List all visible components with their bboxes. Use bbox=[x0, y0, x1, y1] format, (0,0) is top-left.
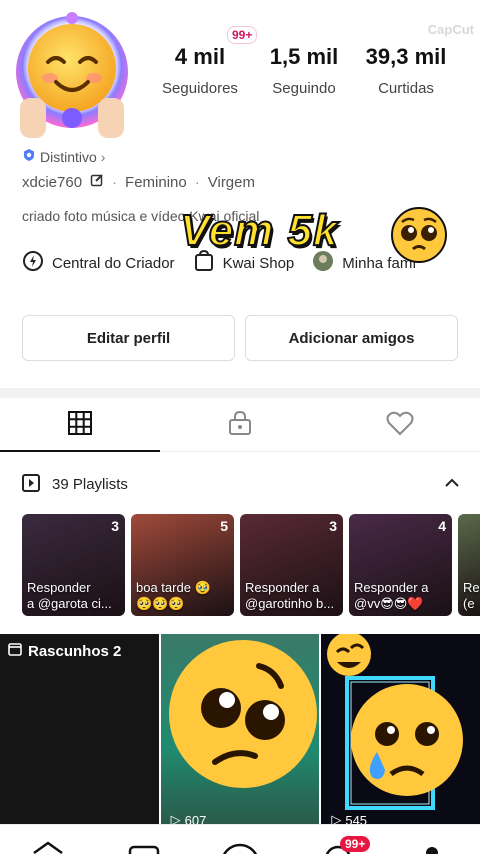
following-label: Seguindo bbox=[272, 80, 336, 97]
capcut-watermark: CapCut bbox=[427, 22, 474, 37]
section-divider bbox=[0, 388, 480, 398]
gender: Feminino bbox=[125, 173, 187, 191]
separator-dot: · bbox=[194, 173, 200, 191]
pleading-face-icon bbox=[390, 206, 448, 264]
view-count: ▷ 607 bbox=[171, 812, 207, 824]
kwai-shop-label: Kwai Shop bbox=[222, 254, 295, 272]
likes-stat[interactable]: 39,3 mil Curtidas bbox=[356, 44, 456, 97]
profile-meta: xdcie760 · Feminino · Virgem bbox=[22, 173, 255, 191]
separator-dot: · bbox=[112, 173, 118, 191]
verified-label: Distintivo bbox=[40, 148, 97, 165]
overlay-caption: Vem 5k bbox=[179, 205, 339, 256]
tab-posts[interactable] bbox=[0, 400, 160, 452]
profile-icon[interactable] bbox=[426, 847, 438, 854]
playlist-caption: Responder a @vv😎😎❤️ bbox=[354, 580, 429, 611]
create-icon[interactable] bbox=[222, 843, 258, 854]
view-count: ▷ 545 bbox=[331, 812, 367, 824]
notification-badge: 99+ bbox=[227, 26, 258, 44]
playlist-icon bbox=[22, 472, 42, 496]
playlist-carousel: 3 Responder a @garota ci... 5 boa tarde … bbox=[22, 514, 480, 616]
followers-count: 4 mil bbox=[174, 44, 226, 69]
username: xdcie760 bbox=[22, 173, 83, 191]
playlist-card[interactable]: 3 Responder a @garotinho b... bbox=[240, 514, 343, 616]
video-grid: Rascunhos 2 ▷ 607 ▷ 545 bbox=[0, 634, 480, 824]
profile-avatar[interactable] bbox=[12, 10, 132, 148]
zodiac-sign: Virgem bbox=[207, 173, 255, 191]
playlist-item-count: 3 bbox=[329, 518, 337, 534]
tab-liked[interactable] bbox=[320, 400, 480, 451]
playlist-caption: Responder a @garotinho b... bbox=[245, 580, 335, 611]
playlist-card[interactable]: Re (e bbox=[458, 514, 480, 616]
playlist-item-count: 3 bbox=[111, 518, 119, 534]
playlist-caption: Re (e bbox=[463, 580, 480, 611]
play-icon: ▷ bbox=[170, 812, 181, 824]
followers-stat[interactable]: 4 mil Seguidores bbox=[150, 44, 250, 97]
content-tabs bbox=[0, 400, 480, 452]
likes-label: Curtidas bbox=[378, 80, 434, 97]
creator-center-label: Central do Criador bbox=[52, 254, 175, 272]
verified-badge-link[interactable]: Distintivo › bbox=[22, 148, 105, 165]
add-friends-button[interactable]: Adicionar amigos bbox=[245, 315, 458, 361]
view-count-value: 607 bbox=[184, 812, 207, 825]
edit-profile-button[interactable]: Editar perfil bbox=[22, 315, 235, 361]
bottom-navigation bbox=[0, 824, 480, 854]
grid-icon bbox=[67, 410, 93, 441]
following-count: 1,5 mil bbox=[269, 44, 339, 69]
view-count-value: 545 bbox=[345, 812, 368, 825]
playlist-item-count: 5 bbox=[220, 518, 228, 534]
messages-badge: 99+ bbox=[340, 836, 371, 852]
play-icon: ▷ bbox=[331, 812, 342, 824]
following-stat[interactable]: 1,5 mil Seguindo bbox=[254, 44, 354, 97]
likes-count: 39,3 mil bbox=[365, 44, 447, 69]
badge-icon bbox=[22, 148, 36, 165]
playlist-card[interactable]: 4 Responder a @vv😎😎❤️ bbox=[349, 514, 452, 616]
discover-icon[interactable] bbox=[128, 845, 160, 854]
video-thumbnail[interactable]: ▷ 545 bbox=[321, 634, 480, 824]
playlist-caption: boa tarde 🥹 🥺🥺🥺 bbox=[136, 580, 211, 611]
edit-icon[interactable] bbox=[90, 173, 104, 191]
followers-label: Seguidores bbox=[162, 80, 238, 97]
playlist-header[interactable]: 39 Playlists bbox=[22, 472, 460, 496]
drafts-cell[interactable]: Rascunhos 2 bbox=[0, 634, 159, 824]
lock-icon bbox=[227, 410, 253, 441]
playlist-item-count: 4 bbox=[438, 518, 446, 534]
pleading-face-icon bbox=[168, 640, 317, 788]
crying-face-icon bbox=[327, 634, 464, 810]
video-thumbnail[interactable]: ▷ 607 bbox=[160, 634, 320, 824]
playlist-count: 39 Playlists bbox=[52, 475, 128, 493]
playlist-card[interactable]: 3 Responder a @garota ci... bbox=[22, 514, 125, 616]
chevron-right-icon: › bbox=[100, 148, 106, 165]
drafts-badge: Rascunhos 2 bbox=[8, 642, 121, 660]
tab-private[interactable] bbox=[160, 400, 320, 451]
playlist-caption: Responder a @garota ci... bbox=[27, 580, 112, 611]
drafts-label: Rascunhos 2 bbox=[28, 642, 122, 660]
heart-icon bbox=[386, 410, 414, 441]
creator-center-icon bbox=[22, 250, 44, 276]
creator-center-link[interactable]: Central do Criador bbox=[22, 250, 175, 276]
home-icon[interactable] bbox=[33, 841, 63, 854]
chevron-up-icon[interactable] bbox=[444, 476, 460, 493]
playlist-card[interactable]: 5 boa tarde 🥹 🥺🥺🥺 bbox=[131, 514, 234, 616]
drafts-icon bbox=[8, 642, 22, 660]
